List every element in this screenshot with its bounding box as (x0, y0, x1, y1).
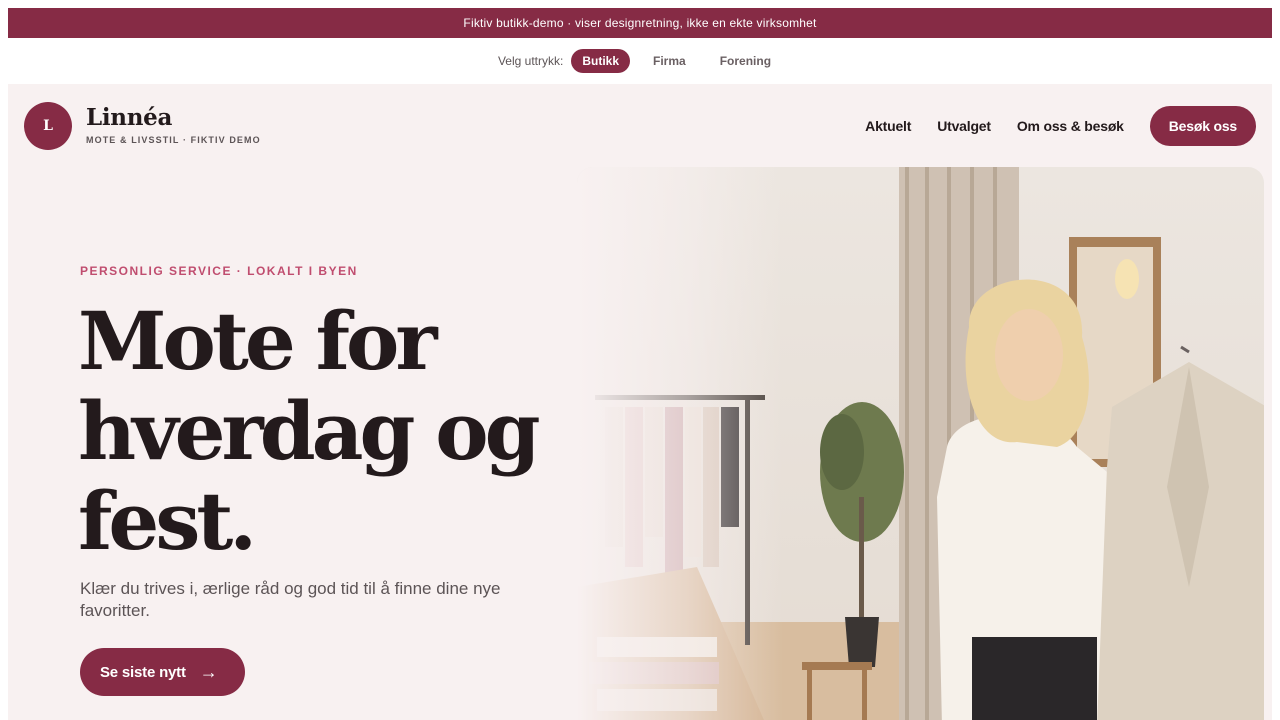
nav-link-om-oss[interactable]: Om oss & besøk (1017, 118, 1124, 134)
style-option-firma[interactable]: Firma (642, 49, 697, 73)
hero-title-line-2: hverdag og (78, 384, 541, 478)
main-nav: Aktuelt Utvalget Om oss & besøk Besøk os… (839, 106, 1256, 146)
demo-banner: Fiktiv butikk-demo · viser designretning… (8, 8, 1272, 38)
hero-title-line-3: fest. (78, 474, 257, 568)
brand-name[interactable]: Linnéa (86, 104, 172, 131)
hero-title: Mote for hverdag og fest. (78, 296, 598, 566)
hero-subtitle: Klær du trives i, ærlige råd og god tid … (80, 579, 501, 620)
style-option-butikk[interactable]: Butikk (571, 49, 631, 73)
see-latest-news-label: Se siste nytt (100, 663, 186, 681)
style-option-forening[interactable]: Forening (709, 49, 782, 73)
see-latest-news-button[interactable]: Se siste nytt → (80, 648, 245, 696)
hero-title-line-1: Mote for (78, 294, 438, 388)
arrow-right-icon: → (199, 661, 218, 682)
style-switcher: Velg uttrykk: Butikk Firma Forening (0, 44, 1280, 78)
style-switcher-label: Velg uttrykk: (497, 54, 564, 68)
logo-letter: L (43, 118, 53, 134)
brand-tagline: MOTE & LIVSSTIL · FIKTIV DEMO (86, 135, 261, 145)
boutique-illustration (577, 167, 1264, 720)
visit-us-button[interactable]: Besøk oss (1149, 106, 1256, 146)
hero-eyebrow: PERSONLIG SERVICE · LOKALT I BYEN (80, 264, 358, 278)
logo-badge[interactable]: L (24, 102, 72, 150)
demo-banner-text: Fiktiv butikk-demo · viser designretning… (463, 16, 817, 30)
nav-link-aktuelt[interactable]: Aktuelt (865, 118, 911, 134)
hero-image (577, 167, 1264, 720)
nav-link-utvalget[interactable]: Utvalget (937, 118, 991, 134)
site-preview: L Linnéa MOTE & LIVSSTIL · FIKTIV DEMO A… (8, 84, 1272, 720)
